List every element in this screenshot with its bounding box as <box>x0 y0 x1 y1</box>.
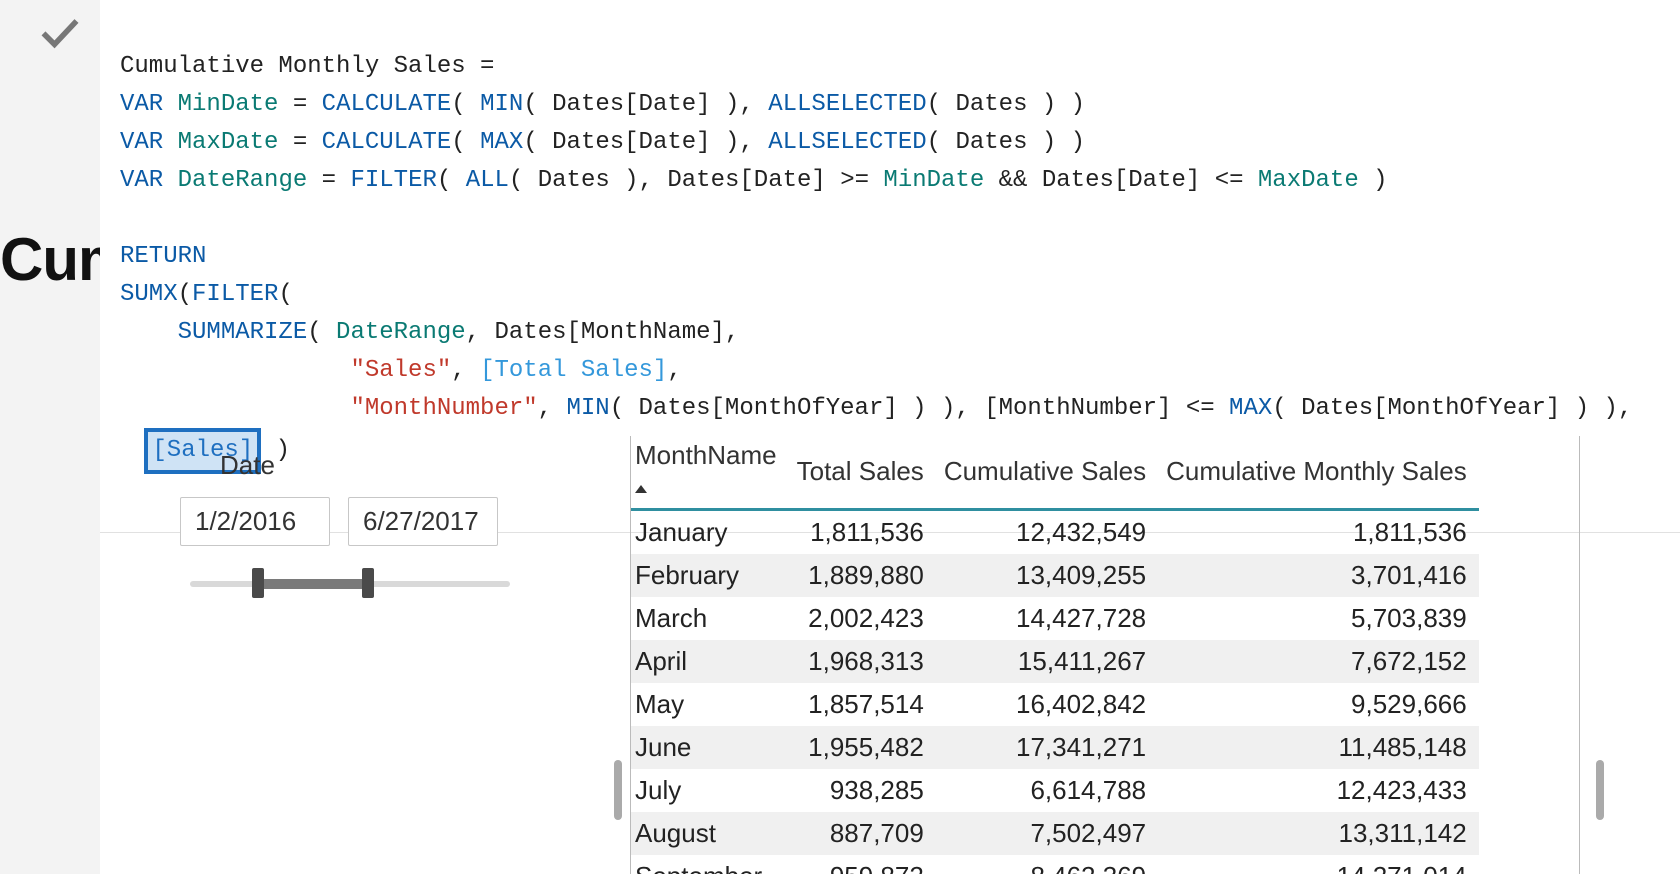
table-cell: 1,811,536 <box>789 510 936 555</box>
table-cell: 2,002,423 <box>789 597 936 640</box>
table-cell: 887,709 <box>789 812 936 855</box>
table-cell: 1,889,880 <box>789 554 936 597</box>
date-from-input[interactable]: 1/2/2016 <box>180 497 330 546</box>
scroll-handle-left[interactable] <box>614 760 622 820</box>
slider-active-range <box>258 579 368 589</box>
col-header-cumulative-sales[interactable]: Cumulative Sales <box>936 436 1158 510</box>
table-cell: 9,529,666 <box>1158 683 1479 726</box>
table-cell: 16,402,842 <box>936 683 1158 726</box>
var-name: MinDate <box>178 91 279 118</box>
col-header-monthname[interactable]: MonthName <box>631 436 789 510</box>
table-cell: February <box>631 554 789 597</box>
table-cell: 14,271,014 <box>1158 855 1479 874</box>
table-cell: 17,341,271 <box>936 726 1158 769</box>
table-cell: August <box>631 812 789 855</box>
table-row[interactable]: September959,8728,462,36914,271,014 <box>631 855 1479 874</box>
date-to-input[interactable]: 6/27/2017 <box>348 497 498 546</box>
table-cell: September <box>631 855 789 874</box>
date-slider[interactable] <box>190 572 510 596</box>
table-cell: 6,614,788 <box>936 769 1158 812</box>
table-cell: 3,701,416 <box>1158 554 1479 597</box>
table-row[interactable]: July938,2856,614,78812,423,433 <box>631 769 1479 812</box>
table-cell: 1,857,514 <box>789 683 936 726</box>
table-cell: 8,462,369 <box>936 855 1158 874</box>
left-gutter <box>0 0 100 874</box>
slider-thumb-from[interactable] <box>252 568 264 598</box>
scroll-handle-right[interactable] <box>1596 760 1604 820</box>
table-row[interactable]: April1,968,31315,411,2677,672,152 <box>631 640 1479 683</box>
table-row[interactable]: June1,955,48217,341,27111,485,148 <box>631 726 1479 769</box>
kw-return: RETURN <box>120 243 206 270</box>
table-cell: 14,427,728 <box>936 597 1158 640</box>
table-cell: 7,502,497 <box>936 812 1158 855</box>
table-cell: 938,285 <box>789 769 936 812</box>
formula-line: Cumulative Monthly Sales = <box>120 53 494 80</box>
table-cell: April <box>631 640 789 683</box>
table-cell: 15,411,267 <box>936 640 1158 683</box>
table-cell: 5,703,839 <box>1158 597 1479 640</box>
table-cell: July <box>631 769 789 812</box>
kw-var: VAR <box>120 91 163 118</box>
table-cell: 7,672,152 <box>1158 640 1479 683</box>
table-cell: 13,311,142 <box>1158 812 1479 855</box>
page-title-truncated: Cum <box>0 225 100 294</box>
table-cell: 13,409,255 <box>936 554 1158 597</box>
table-cell: 12,432,549 <box>936 510 1158 555</box>
table-cell: March <box>631 597 789 640</box>
col-header-cumulative-monthly-sales[interactable]: Cumulative Monthly Sales <box>1158 436 1479 510</box>
table-cell: 1,955,482 <box>789 726 936 769</box>
table-cell: 1,968,313 <box>789 640 936 683</box>
slicer-label: Date <box>220 450 540 481</box>
table-cell: January <box>631 510 789 555</box>
date-slicer: Date 1/2/2016 6/27/2017 <box>180 450 540 596</box>
table-row[interactable]: February1,889,88013,409,2553,701,416 <box>631 554 1479 597</box>
col-header-total-sales[interactable]: Total Sales <box>789 436 936 510</box>
table-row[interactable]: May1,857,51416,402,8429,529,666 <box>631 683 1479 726</box>
slider-thumb-to[interactable] <box>362 568 374 598</box>
table-cell: 11,485,148 <box>1158 726 1479 769</box>
commit-check-icon[interactable] <box>38 10 82 59</box>
table-row[interactable]: August887,7097,502,49713,311,142 <box>631 812 1479 855</box>
table-row[interactable]: January1,811,53612,432,5491,811,536 <box>631 510 1479 555</box>
table-cell: May <box>631 683 789 726</box>
table-cell: 12,423,433 <box>1158 769 1479 812</box>
table-visual: MonthName Total Sales Cumulative Sales C… <box>630 436 1580 874</box>
sort-asc-icon <box>635 485 647 493</box>
table-cell: 959,872 <box>789 855 936 874</box>
table-row[interactable]: March2,002,42314,427,7285,703,839 <box>631 597 1479 640</box>
table-cell: June <box>631 726 789 769</box>
table-cell: 1,811,536 <box>1158 510 1479 555</box>
